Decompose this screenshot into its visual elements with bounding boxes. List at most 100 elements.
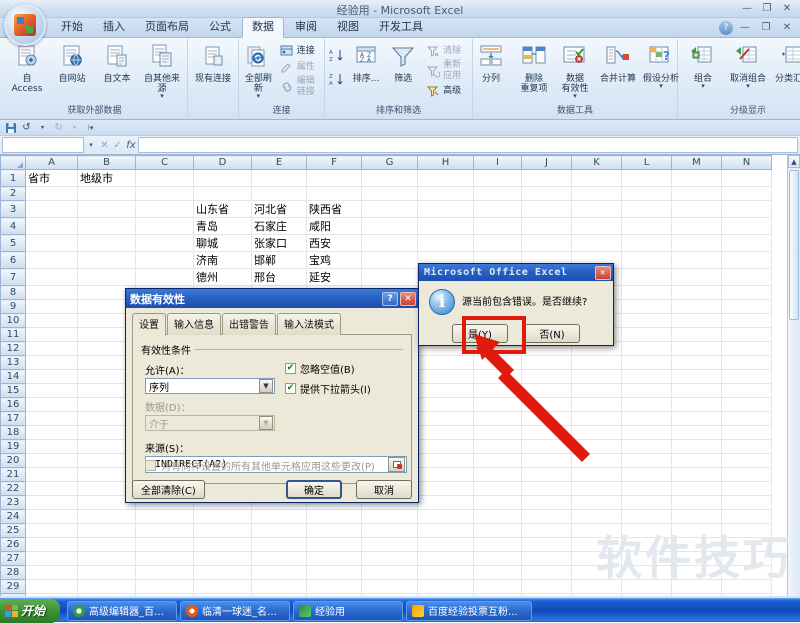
cell-B2[interactable] — [77, 186, 136, 201]
row-header-3[interactable]: 3 — [0, 200, 26, 218]
cell-L22[interactable] — [621, 481, 672, 496]
close-icon[interactable]: ✕ — [778, 1, 796, 16]
button-clear-filter[interactable]: 清除 — [423, 43, 471, 59]
cell-A22[interactable] — [25, 481, 78, 496]
scrollbar-thumb[interactable] — [789, 170, 799, 320]
row-header-23[interactable]: 23 — [0, 495, 26, 510]
cell-N2[interactable] — [721, 186, 772, 201]
cell-F24[interactable] — [306, 509, 362, 524]
cell-K18[interactable] — [571, 425, 622, 440]
ignore-blank-checkbox[interactable]: ✔ — [285, 363, 296, 374]
cell-B29[interactable] — [77, 579, 136, 594]
cell-F29[interactable] — [306, 579, 362, 594]
cell-N21[interactable] — [721, 467, 772, 482]
cell-E7[interactable]: 邢台 — [251, 268, 307, 286]
cell-A1[interactable]: 省市 — [25, 169, 78, 187]
cell-N24[interactable] — [721, 509, 772, 524]
button-data-validation[interactable]: 数据 有效性 ▾ — [555, 41, 595, 101]
button-ungroup[interactable]: 取消组合 ▾ — [726, 41, 770, 91]
cell-L26[interactable] — [621, 537, 672, 552]
cell-L12[interactable] — [621, 341, 672, 356]
cell-A9[interactable] — [25, 299, 78, 314]
cell-M20[interactable] — [671, 453, 722, 468]
cell-L5[interactable] — [621, 234, 672, 252]
row-header-14[interactable]: 14 — [0, 369, 26, 384]
cell-M7[interactable] — [671, 268, 722, 286]
cell-F2[interactable] — [306, 186, 362, 201]
save-icon[interactable] — [4, 121, 17, 134]
cell-L21[interactable] — [621, 467, 672, 482]
cell-J14[interactable] — [521, 369, 572, 384]
cell-B30[interactable] — [77, 593, 136, 596]
cell-M13[interactable] — [671, 355, 722, 370]
cell-G26[interactable] — [361, 537, 418, 552]
cell-I1[interactable] — [473, 169, 522, 187]
cell-A21[interactable] — [25, 467, 78, 482]
chevron-down-icon[interactable]: ▼ — [259, 379, 273, 393]
cell-K16[interactable] — [571, 397, 622, 412]
column-header-m[interactable]: M — [671, 155, 722, 170]
office-button[interactable] — [4, 4, 46, 46]
row-header-17[interactable]: 17 — [0, 411, 26, 426]
cell-H1[interactable] — [417, 169, 474, 187]
cell-I20[interactable] — [473, 453, 522, 468]
row-header-20[interactable]: 20 — [0, 453, 26, 468]
cell-L17[interactable] — [621, 411, 672, 426]
cell-C25[interactable] — [135, 523, 194, 538]
button-properties[interactable]: 属性 — [277, 59, 320, 75]
row-header-7[interactable]: 7 — [0, 268, 26, 286]
cell-F25[interactable] — [306, 523, 362, 538]
cell-A26[interactable] — [25, 537, 78, 552]
button-group[interactable]: 组合 ▾ — [681, 41, 725, 91]
cell-K5[interactable] — [571, 234, 622, 252]
tab-review[interactable]: 审阅 — [286, 18, 326, 37]
cell-N25[interactable] — [721, 523, 772, 538]
cell-E30[interactable] — [251, 593, 307, 596]
cell-M30[interactable] — [671, 593, 722, 596]
row-header-10[interactable]: 10 — [0, 313, 26, 328]
cell-J24[interactable] — [521, 509, 572, 524]
cell-N13[interactable] — [721, 355, 772, 370]
cell-M2[interactable] — [671, 186, 722, 201]
cell-C5[interactable] — [135, 234, 194, 252]
cell-B5[interactable] — [77, 234, 136, 252]
cell-A20[interactable] — [25, 453, 78, 468]
cell-A2[interactable] — [25, 186, 78, 201]
customize-qat-icon[interactable]: ⁝▾ — [84, 121, 97, 134]
cell-F7[interactable]: 延安 — [306, 268, 362, 286]
cell-M4[interactable] — [671, 217, 722, 235]
cell-I19[interactable] — [473, 439, 522, 454]
cell-J18[interactable] — [521, 425, 572, 440]
cell-C7[interactable] — [135, 268, 194, 286]
cell-J29[interactable] — [521, 579, 572, 594]
cell-E1[interactable] — [251, 169, 307, 187]
cell-C26[interactable] — [135, 537, 194, 552]
row-header-30[interactable]: 30 — [0, 593, 26, 596]
cell-A3[interactable] — [25, 200, 78, 218]
cell-J22[interactable] — [521, 481, 572, 496]
cell-N22[interactable] — [721, 481, 772, 496]
cell-E24[interactable] — [251, 509, 307, 524]
cell-D2[interactable] — [193, 186, 252, 201]
cell-K25[interactable] — [571, 523, 622, 538]
button-subtotal[interactable]: 分类汇总 — [771, 41, 800, 86]
cell-M24[interactable] — [671, 509, 722, 524]
chevron-down-icon[interactable]: ▾ — [746, 83, 750, 90]
button-sort-dialog[interactable]: A Z Z A 排序... — [348, 41, 384, 86]
cell-M8[interactable] — [671, 285, 722, 300]
cell-C28[interactable] — [135, 565, 194, 580]
cell-H4[interactable] — [417, 217, 474, 235]
ok-button[interactable]: 确定 — [286, 480, 342, 499]
cell-B7[interactable] — [77, 268, 136, 286]
cell-C29[interactable] — [135, 579, 194, 594]
cell-C24[interactable] — [135, 509, 194, 524]
cell-H30[interactable] — [417, 593, 474, 596]
cell-L3[interactable] — [621, 200, 672, 218]
cell-N6[interactable] — [721, 251, 772, 269]
cell-A7[interactable] — [25, 268, 78, 286]
cell-K22[interactable] — [571, 481, 622, 496]
cell-C1[interactable] — [135, 169, 194, 187]
cell-I5[interactable] — [473, 234, 522, 252]
cell-N18[interactable] — [721, 425, 772, 440]
button-sort-descending[interactable]: Z A — [326, 71, 346, 87]
